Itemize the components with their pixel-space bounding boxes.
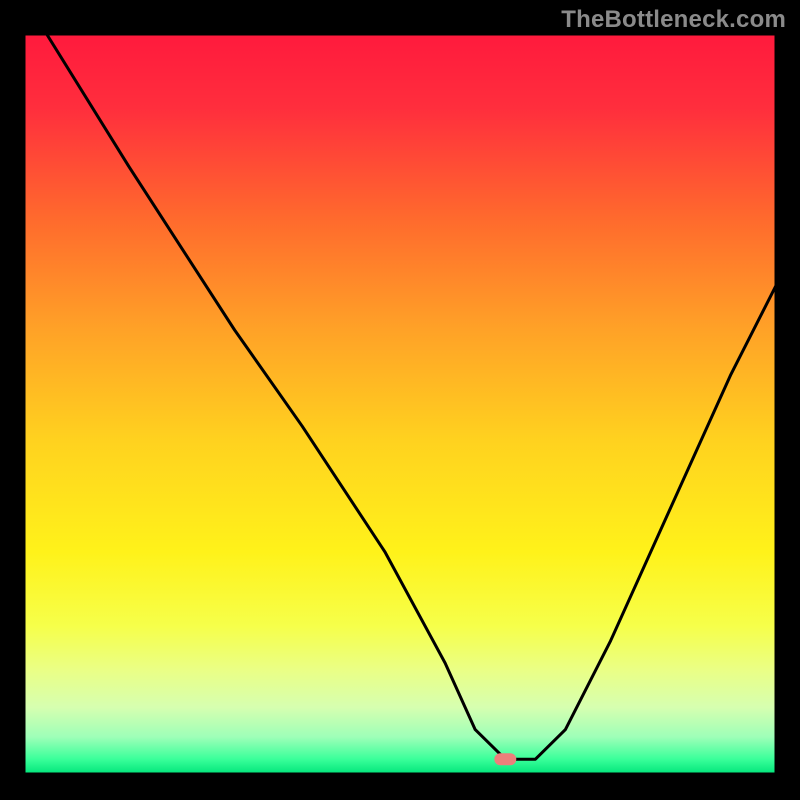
plot-svg	[0, 0, 800, 800]
min-marker	[494, 753, 516, 765]
gradient-background	[24, 34, 776, 774]
chart-stage: TheBottleneck.com	[0, 0, 800, 800]
watermark-text: TheBottleneck.com	[561, 6, 786, 34]
